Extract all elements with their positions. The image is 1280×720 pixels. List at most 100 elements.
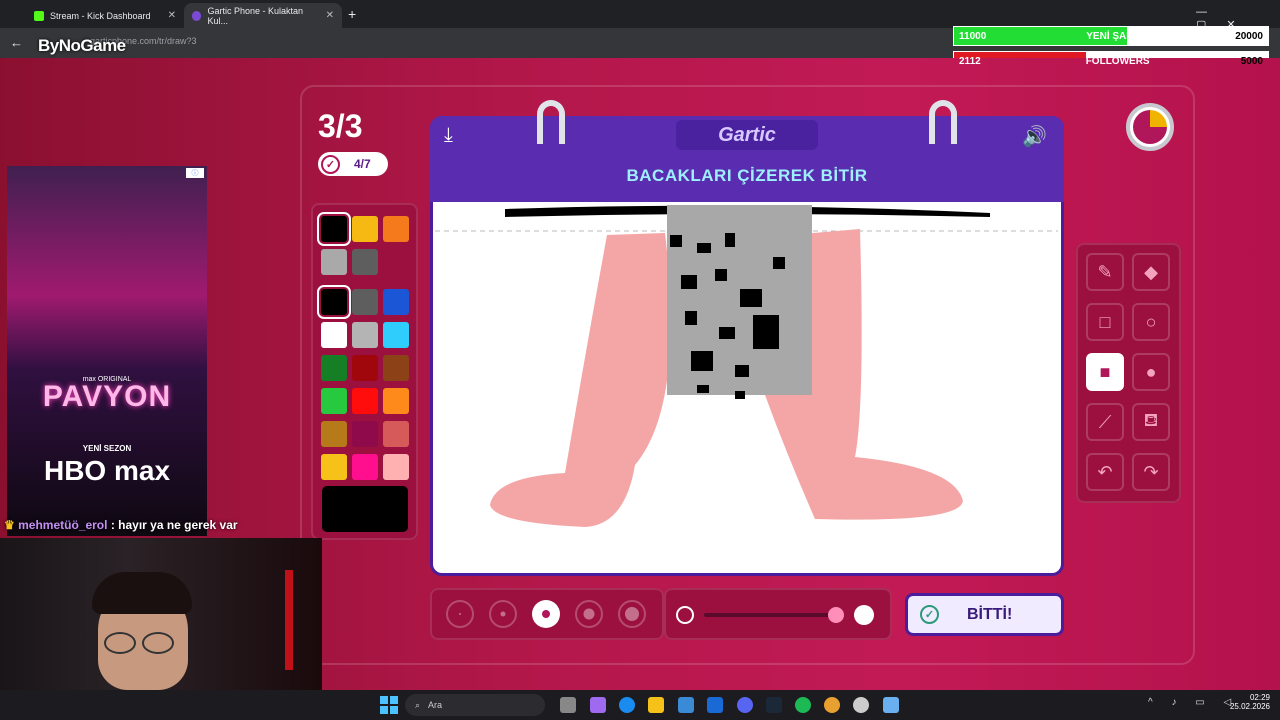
taskbar-clock: 02:29 25.02.2026 [1226,693,1270,711]
stat-target: 20000 [1235,30,1263,42]
opacity-low-icon [676,606,694,624]
brush-size-option[interactable] [575,600,603,628]
stat-current: 2112 [959,55,981,67]
color-swatch[interactable] [352,421,378,447]
pencil-icon[interactable]: ✎ [1086,253,1124,291]
brush-size-option[interactable] [446,600,474,628]
drawing-canvas[interactable] [435,205,1058,555]
color-swatch[interactable] [321,454,347,480]
color-swatch[interactable] [383,216,409,242]
stat-label: FOLLOWERS [1085,55,1150,67]
date: 25.02.2026 [1229,702,1270,711]
color-swatch[interactable] [383,454,409,480]
players-done-count: 4/7 [354,157,371,171]
taskbar [0,690,1280,720]
chrome-icon[interactable] [824,697,840,713]
glasses-right [142,632,174,654]
tab-label: Gartic Phone - Kulaktan Kul... [207,5,304,26]
color-swatch[interactable] [352,322,378,348]
discord-icon[interactable] [737,697,753,713]
chat-message: ♛ mehmetüö_erol : hayır ya ne gerek var [4,518,324,538]
players-done-badge: ✓ 4/7 [318,152,388,176]
brush-size-option[interactable] [532,600,560,628]
color-swatch[interactable] [352,454,378,480]
stat-target: 5000 [1240,55,1263,67]
color-swatch[interactable] [317,285,351,319]
stat-bar-song: 11000 YENİ ŞARKI 20000 [953,26,1269,46]
search-placeholder: Ara [428,700,443,710]
color-swatch[interactable] [321,388,347,414]
color-swatch[interactable] [352,355,378,381]
color-swatch[interactable] [383,388,409,414]
file-explorer-icon[interactable] [648,697,664,713]
opacity-slider-handle[interactable] [828,607,844,623]
color-swatch[interactable] [383,355,409,381]
color-swatch[interactable] [383,421,409,447]
task-view-icon[interactable] [560,697,576,713]
new-tab-button[interactable]: + [348,6,356,22]
windows-start-icon[interactable] [380,696,398,714]
close-tab-icon[interactable]: ✕ [326,10,334,21]
rectangle-fill-icon[interactable]: ■ [1086,353,1124,391]
done-button[interactable]: ✓ BİTTİ! [905,593,1064,636]
check-icon: ✓ [321,154,340,174]
timer-dial-icon [1133,110,1167,144]
color-swatch[interactable] [317,212,351,246]
color-swatch[interactable] [352,249,378,275]
store-icon[interactable] [678,697,694,713]
color-swatch[interactable] [352,216,378,242]
color-swatch[interactable] [321,249,347,275]
chat-text: : hayır ya ne gerek var [110,518,238,532]
color-swatch[interactable] [383,289,409,315]
tab-gartic-phone[interactable]: Gartic Phone - Kulaktan Kul... ✕ [184,3,342,28]
mail-icon[interactable] [707,697,723,713]
eraser-icon[interactable]: ◆ [1132,253,1170,291]
color-swatch[interactable] [321,322,347,348]
color-swatch[interactable] [352,289,378,315]
ad-subtitle: YENİ SEZON [82,444,132,453]
opacity-slider-track[interactable] [704,613,844,617]
line-icon[interactable]: ⟋ [1086,403,1124,441]
stat-current: 11000 [959,30,987,42]
obs-icon[interactable] [853,697,869,713]
sound-icon[interactable]: 🔊 [1022,124,1047,149]
spotify-icon[interactable] [795,697,811,713]
tab-kick-dashboard[interactable]: Stream - Kick Dashboard ✕ [26,3,184,28]
gartic-icon [192,10,202,21]
stat-label: YENİ ŞARKI [1086,30,1144,42]
binder-ring-icon [537,100,565,144]
color-swatch[interactable] [321,421,347,447]
taskbar-search[interactable]: ⌕ Ara [405,694,545,716]
red-light [285,570,293,670]
circle-fill-icon[interactable]: ● [1132,353,1170,391]
rectangle-outline-icon[interactable]: □ [1086,303,1124,341]
brush-size-option[interactable] [618,600,646,628]
app-icon[interactable] [883,697,899,713]
undo-icon[interactable]: ↶ [1086,453,1124,491]
glasses-left [104,632,136,654]
download-icon[interactable]: ⤓ [444,124,453,147]
done-label: BİTTİ! [967,605,1013,623]
copilot-icon[interactable] [590,697,606,713]
edge-icon[interactable] [619,697,635,713]
crown-icon: ♛ [4,518,15,532]
brush-size-option[interactable] [489,600,517,628]
drawing-prompt: BACAKLARI ÇİZEREK BİTİR [626,166,868,185]
circle-outline-icon[interactable]: ○ [1132,303,1170,341]
back-icon[interactable]: ← [10,35,23,50]
current-color-preview [322,486,408,532]
color-swatch[interactable] [352,388,378,414]
search-icon: ⌕ [415,699,421,710]
kick-icon [34,10,44,21]
redo-icon[interactable]: ↷ [1132,453,1170,491]
ad-title: PAVYON [42,380,172,413]
opacity-high-icon [854,605,874,625]
ad-info-icon[interactable]: ⓘ [186,168,204,178]
steam-icon[interactable] [766,697,782,713]
streamer-hair [92,572,192,614]
fill-bucket-icon[interactable]: ⛾ [1132,403,1170,441]
color-swatch[interactable] [321,355,347,381]
color-swatch[interactable] [383,322,409,348]
close-tab-icon[interactable]: ✕ [168,10,176,21]
time: 02:29 [1249,693,1270,702]
